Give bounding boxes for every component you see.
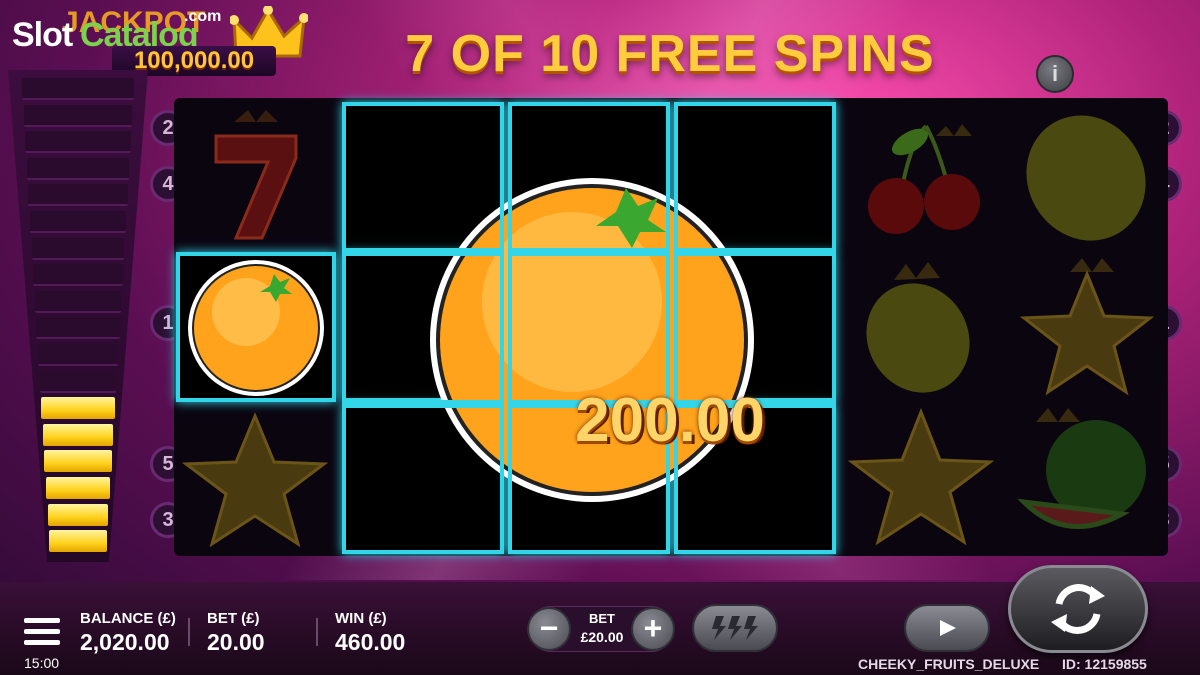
balance-stat: BALANCE (£) 2,020.00	[80, 610, 176, 656]
cherry-icon	[868, 124, 980, 234]
lemon-icon	[1026, 115, 1146, 241]
star-icon	[1019, 258, 1155, 396]
clock-time: 15:00	[24, 655, 60, 671]
decrease-bet-button[interactable]: −	[527, 607, 571, 651]
ladder-rung	[47, 503, 109, 526]
ladder-rung	[44, 450, 112, 473]
ladder-rung	[34, 290, 122, 313]
reel-5	[840, 98, 1004, 556]
game-id: ID: 12159855	[1062, 656, 1147, 672]
bet-control-label: BET	[589, 611, 615, 626]
ladder-rung	[46, 477, 110, 499]
balance-value: 2,020.00	[80, 629, 170, 655]
divider	[188, 618, 190, 646]
refresh-icon	[1051, 584, 1105, 634]
ladder-rung	[38, 344, 118, 366]
bet-control: − BET £20.00 +	[527, 606, 675, 652]
win-label: WIN (£)	[335, 610, 387, 627]
ladder-rung	[28, 184, 128, 207]
info-button[interactable]: i	[1036, 55, 1074, 93]
watermelon-icon	[1017, 408, 1146, 529]
ladder-rung	[42, 423, 114, 446]
logo-com-text: .com	[184, 8, 222, 25]
star-icon	[181, 412, 329, 548]
win-amount-display: 200.00	[575, 386, 765, 455]
menu-icon[interactable]	[24, 618, 60, 646]
autoplay-button[interactable]	[904, 604, 990, 652]
divider	[316, 618, 318, 646]
free-spins-title: 7 OF 10 FREE SPINS	[405, 25, 935, 83]
ladder-rung	[39, 370, 117, 393]
seven-icon	[214, 110, 298, 240]
bet-value: 20.00	[207, 629, 265, 655]
orange-icon	[188, 260, 324, 396]
bet-stat: BET (£) 20.00	[207, 610, 265, 656]
win-stat: WIN (£) 460.00	[335, 610, 405, 656]
increase-bet-button[interactable]: +	[631, 607, 675, 651]
ladder-rung	[49, 530, 107, 553]
ladder-rung	[33, 264, 123, 287]
bet-control-display: BET £20.00	[573, 611, 631, 645]
bet-control-value: £20.00	[580, 629, 624, 645]
turbo-button[interactable]	[692, 604, 778, 652]
reel-1	[174, 98, 338, 556]
reel-6	[1006, 98, 1170, 556]
ladder-rung	[30, 211, 126, 233]
reel-grid	[174, 98, 1168, 556]
bet-label: BET (£)	[207, 610, 260, 627]
ladder-rung	[23, 104, 133, 127]
ladder-rung	[22, 78, 134, 100]
highlight-cell	[176, 252, 336, 402]
ladder-rung	[25, 131, 131, 154]
win-value: 460.00	[335, 629, 406, 655]
play-icon	[940, 620, 956, 636]
spin-button[interactable]	[1008, 565, 1148, 653]
game-name: CHEEKY_FRUITS_DELUXE	[858, 656, 1040, 672]
ladder-rung	[36, 317, 120, 340]
balance-label: BALANCE (£)	[80, 610, 176, 627]
logo-slot-text: Slot	[12, 16, 73, 54]
lightning-icon	[712, 616, 758, 640]
ladder-rung	[31, 237, 125, 260]
lemon-icon	[866, 262, 970, 393]
star-icon	[847, 407, 995, 546]
ladder-rung	[41, 397, 115, 420]
ladder-rung	[26, 157, 130, 180]
